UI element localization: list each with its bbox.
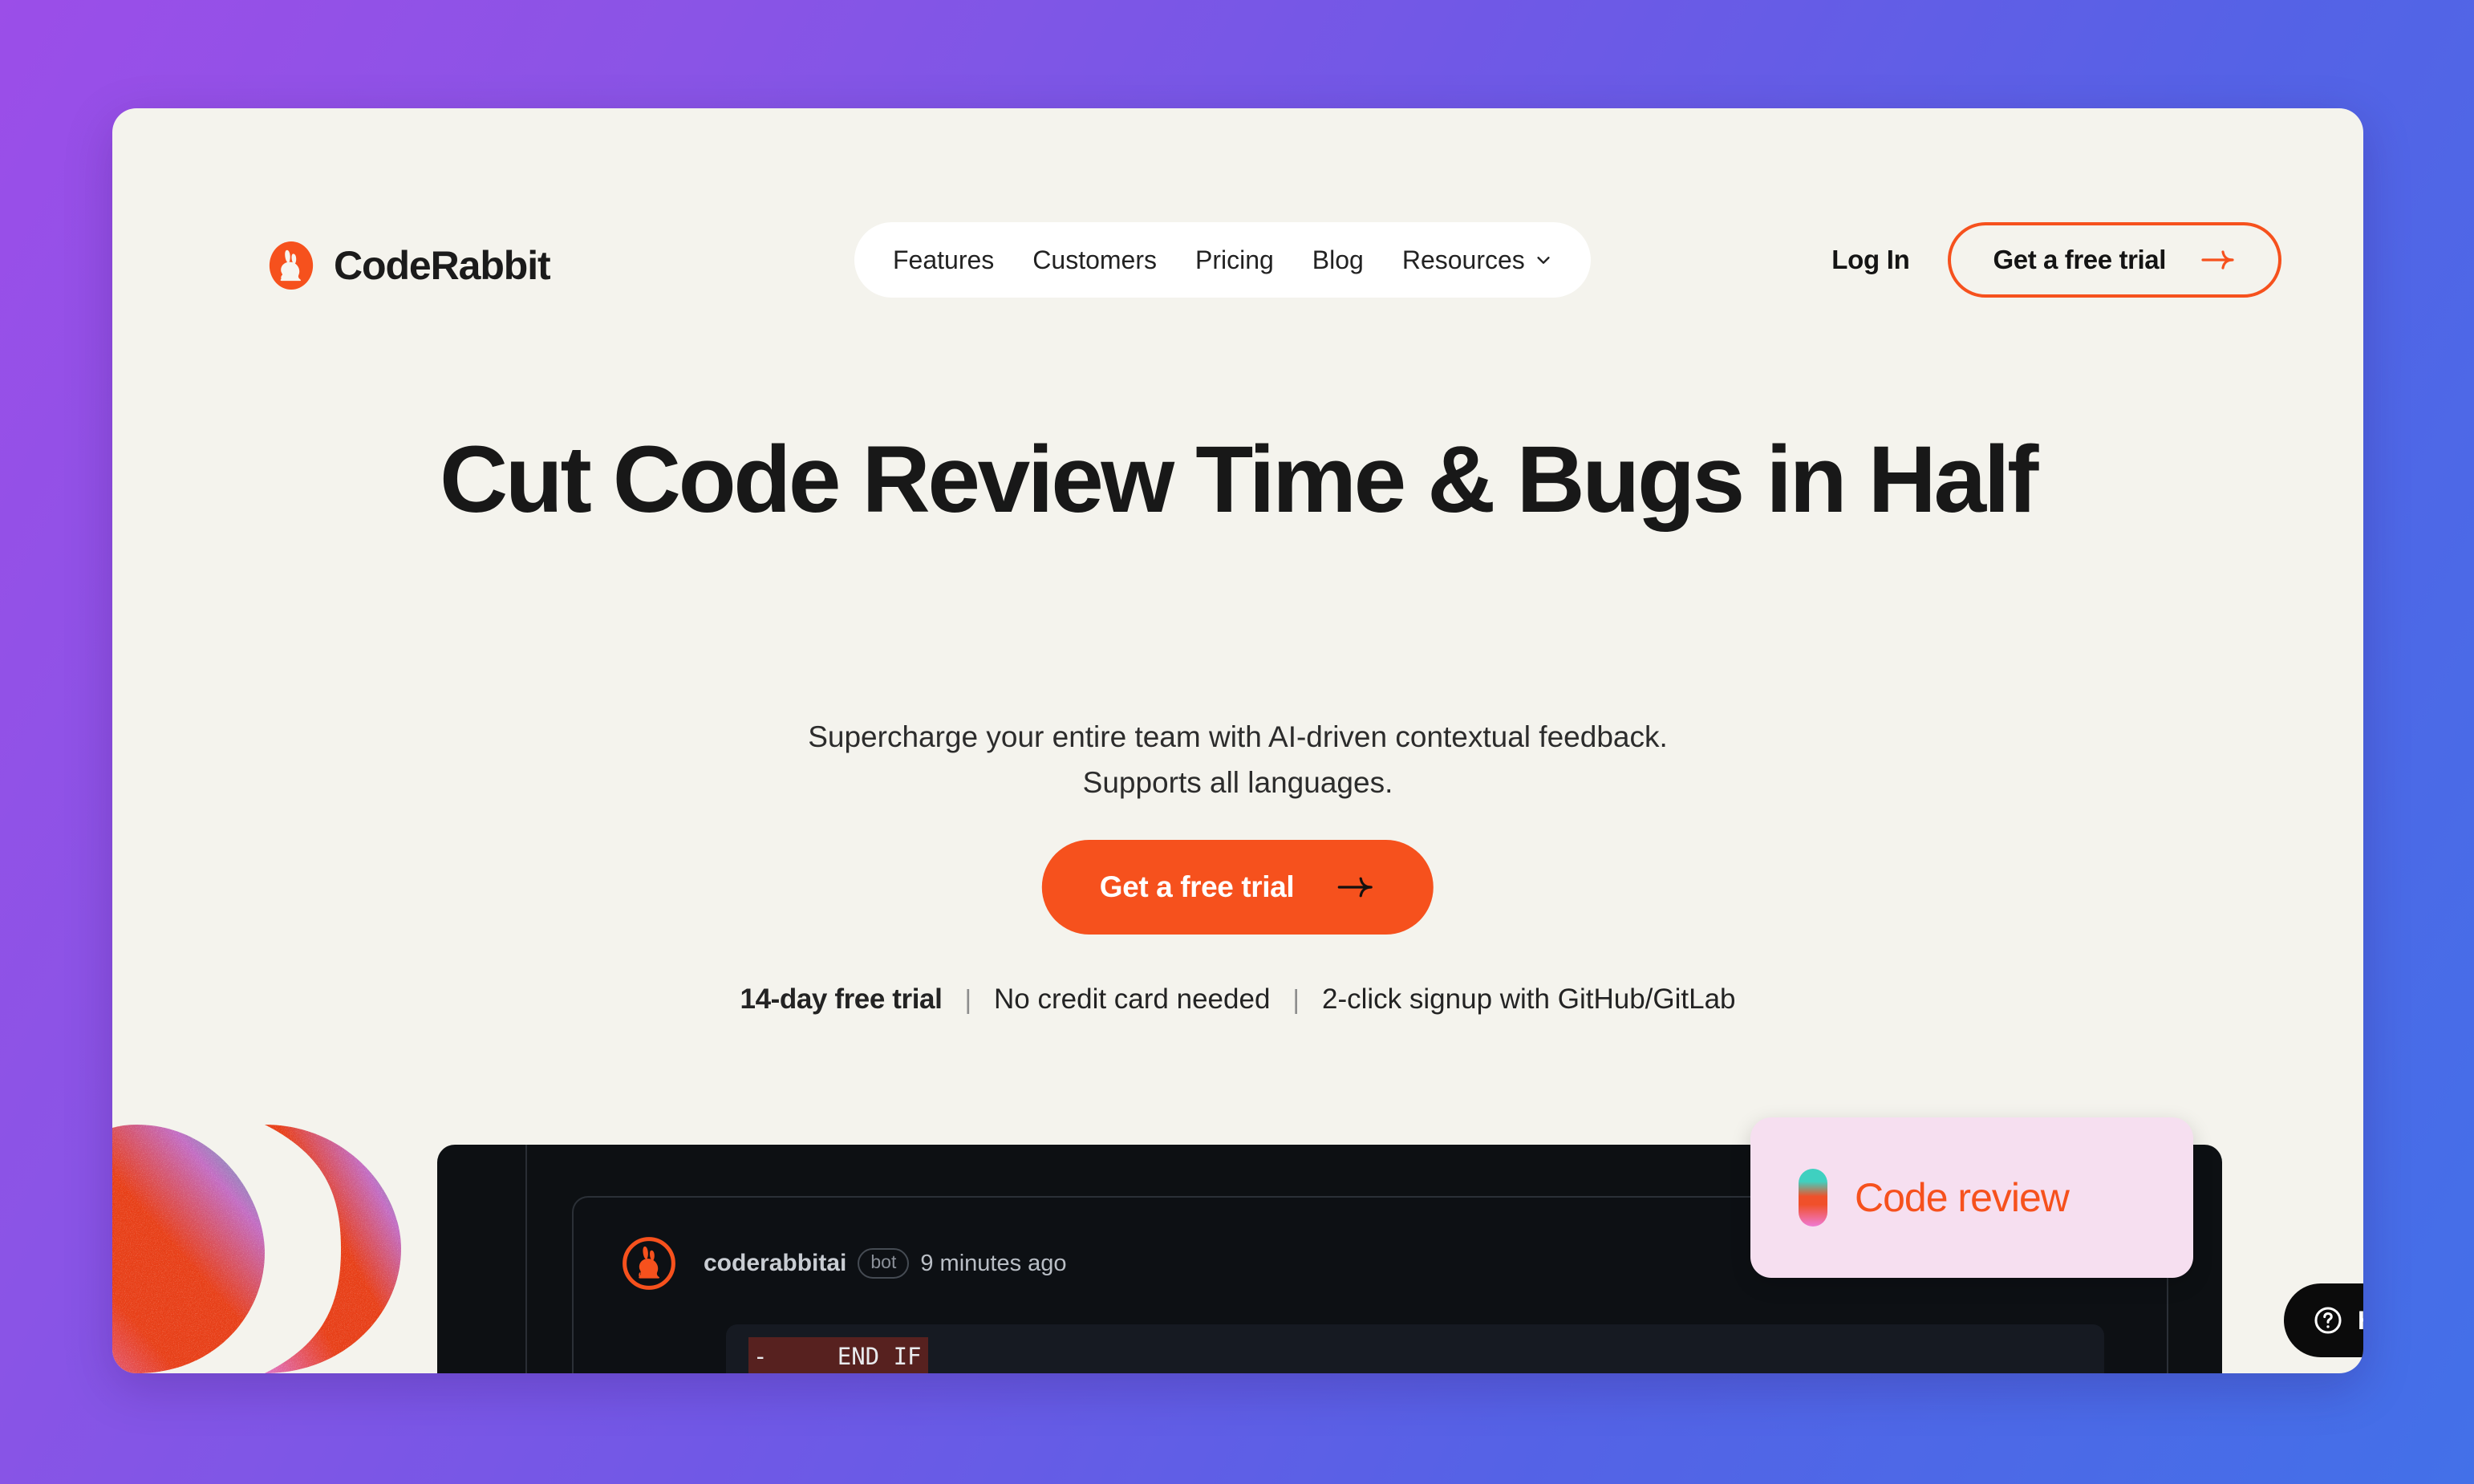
arrow-right-icon xyxy=(1338,877,1373,898)
trust-item-no-card: No credit card needed xyxy=(994,983,1271,1015)
hero-get-free-trial-button[interactable]: Get a free trial xyxy=(1041,840,1434,935)
nav-item-customers[interactable]: Customers xyxy=(1032,245,1157,275)
comment-timestamp: 9 minutes ago xyxy=(920,1250,1067,1276)
brand-logo-link[interactable]: CodeRabbit xyxy=(266,241,551,290)
nav-item-blog[interactable]: Blog xyxy=(1312,245,1364,275)
hero-subtitle: Supercharge your entire team with AI-dri… xyxy=(808,720,1668,800)
trust-item-trial: 14-day free trial xyxy=(740,983,943,1015)
code-review-label: Code review xyxy=(1855,1175,2070,1220)
help-button[interactable]: Help xyxy=(2284,1283,2363,1357)
trust-row: 14-day free trial | No credit card neede… xyxy=(740,983,1736,1016)
coderabbit-bot-avatar-icon xyxy=(623,1237,675,1290)
trust-item-signup: 2-click signup with GitHub/GitLab xyxy=(1322,983,1736,1015)
brand-name: CodeRabbit xyxy=(334,243,551,288)
page-title: Cut Code Review Time & Bugs in Half xyxy=(439,427,2038,533)
comment-meta: coderabbitai bot 9 minutes ago xyxy=(704,1248,1067,1279)
nav-item-resources-label: Resources xyxy=(1401,245,1525,274)
chevron-down-icon xyxy=(1537,257,1550,264)
site-header: CodeRabbit Features Customers Pricing Bl… xyxy=(112,108,2363,301)
nav-item-resources[interactable]: Resources xyxy=(1402,245,1552,275)
question-circle-icon xyxy=(2314,1307,2342,1334)
comment-header: coderabbitai bot 9 minutes ago xyxy=(620,1235,1067,1292)
arrow-right-icon xyxy=(2201,250,2234,270)
trust-separator: | xyxy=(1292,984,1300,1014)
main-nav: Features Customers Pricing Blog Resource… xyxy=(854,222,1591,298)
hero-cta-label: Get a free trial xyxy=(1099,870,1295,903)
diff-line-deleted: - END IF xyxy=(748,1337,928,1373)
trust-separator: | xyxy=(964,984,972,1014)
header-actions: Log In Get a free trial xyxy=(1831,222,2281,298)
header-get-free-trial-button[interactable]: Get a free trial xyxy=(1948,222,2281,298)
help-label: Help xyxy=(2358,1306,2363,1336)
rabbit-logo-icon xyxy=(269,241,314,290)
header-cta-label: Get a free trial xyxy=(1993,245,2166,274)
code-diff-block: - END IF + RETURN v_order_id; xyxy=(726,1324,2104,1373)
nav-item-features[interactable]: Features xyxy=(893,245,994,275)
login-link[interactable]: Log In xyxy=(1831,245,1909,275)
comment-author: coderabbitai xyxy=(704,1250,847,1276)
page-card: CodeRabbit Features Customers Pricing Bl… xyxy=(112,108,2363,1373)
bot-badge: bot xyxy=(858,1248,910,1279)
panel-divider-left xyxy=(525,1145,527,1373)
gradient-pill-icon xyxy=(1799,1169,1827,1227)
nav-item-pricing[interactable]: Pricing xyxy=(1195,245,1274,275)
code-review-badge[interactable]: Code review xyxy=(1750,1117,2193,1278)
